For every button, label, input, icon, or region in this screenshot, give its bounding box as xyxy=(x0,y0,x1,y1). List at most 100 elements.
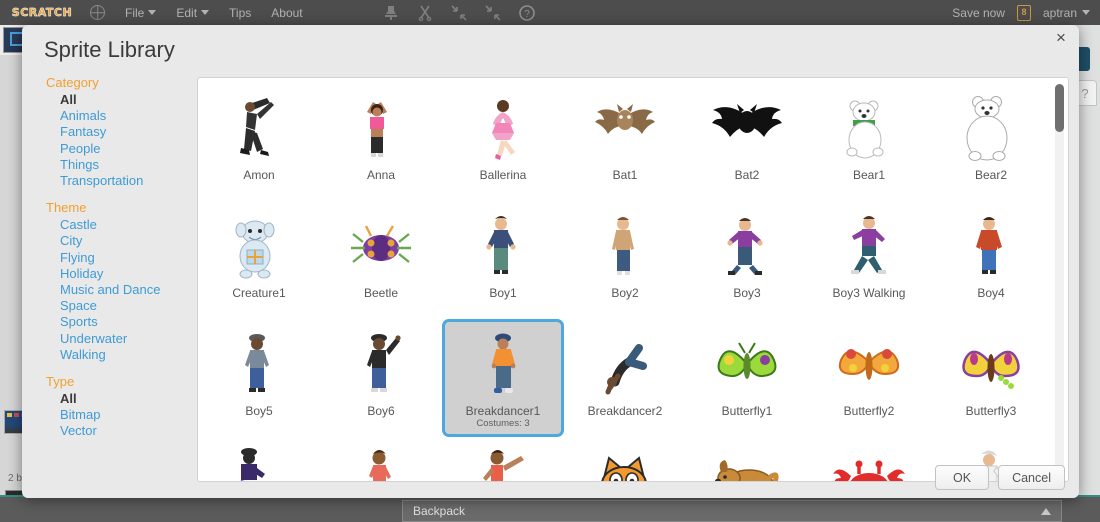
sprite-cell-boy6[interactable]: Boy6 xyxy=(320,319,442,437)
sprite-label: Amon xyxy=(243,168,275,182)
sprite-count-label: 2 b xyxy=(8,473,22,484)
sprite-cell-boy3[interactable]: Boy3 xyxy=(686,201,808,319)
scrollbar-thumb[interactable] xyxy=(1055,84,1064,132)
scratch-logo[interactable]: SCRATCH xyxy=(8,4,76,21)
sprite-thumbnail-image xyxy=(826,326,912,404)
sprite-cell-beetle[interactable]: Beetle xyxy=(320,201,442,319)
sidebar-item-all[interactable]: All xyxy=(46,92,176,108)
scissors-cut-icon[interactable] xyxy=(417,5,433,21)
sprite-thumbnail-image xyxy=(460,208,546,286)
sidebar-item-flying[interactable]: Flying xyxy=(46,250,176,266)
sprite-cell-creature1[interactable]: Creature1 xyxy=(198,201,320,319)
page-title: Sprite Library xyxy=(44,37,175,62)
sprite-grid: Amon Anna Ballerina Bat1 Bat2 Bear1 Bear2 Creat… xyxy=(198,83,1053,481)
sprite-cell[interactable] xyxy=(686,437,808,481)
backpack-bag-icon[interactable]: 8 xyxy=(1016,4,1031,21)
account-menu[interactable]: aptran xyxy=(1043,6,1090,20)
chevron-down-icon xyxy=(1082,10,1090,15)
sidebar-item-bitmap[interactable]: Bitmap xyxy=(46,407,176,423)
shrink-icon[interactable] xyxy=(485,4,501,21)
sprite-cell-boy2[interactable]: Boy2 xyxy=(564,201,686,319)
bottom-left-strip xyxy=(0,497,400,522)
save-now-button[interactable]: Save now xyxy=(952,6,1005,20)
sprite-label: Boy5 xyxy=(245,404,273,418)
sprite-cell-breakdancer1[interactable]: Breakdancer1 Costumes: 3 xyxy=(442,319,564,437)
sprite-label: Beetle xyxy=(363,286,399,300)
sprite-thumbnail-image xyxy=(216,444,302,481)
sprite-thumbnail-image xyxy=(582,208,668,286)
sprite-cell-boy5[interactable]: Boy5 xyxy=(198,319,320,437)
toolbar: ? xyxy=(383,4,535,21)
sprite-cell-ballerina[interactable]: Ballerina xyxy=(442,83,564,201)
menu-tips[interactable]: Tips xyxy=(229,6,251,20)
sprite-thumbnail-image xyxy=(338,90,424,168)
sprite-cell-bat2[interactable]: Bat2 xyxy=(686,83,808,201)
sprite-label: Butterfly3 xyxy=(965,404,1017,418)
sprite-label: Bear1 xyxy=(852,168,886,182)
sprite-cell-butterfly2[interactable]: Butterfly2 xyxy=(808,319,930,437)
sprite-thumbnail-image xyxy=(216,90,302,168)
sidebar-group-title: Category xyxy=(46,75,99,90)
sprite-thumbnail-image xyxy=(582,326,668,404)
sprite-cell-butterfly3[interactable]: Butterfly3 xyxy=(930,319,1052,437)
sprite-cell-boy4[interactable]: Boy4 xyxy=(930,201,1052,319)
sprite-thumbnail-image xyxy=(704,90,790,168)
sprite-cell[interactable] xyxy=(198,437,320,481)
menu-file[interactable]: File xyxy=(125,6,157,20)
sidebar-item-fantasy[interactable]: Fantasy xyxy=(46,124,176,140)
help-question-icon[interactable]: ? xyxy=(518,4,535,21)
sprite-cell-boy1[interactable]: Boy1 xyxy=(442,201,564,319)
sprite-label: Butterfly2 xyxy=(843,404,895,418)
sidebar-item-space[interactable]: Space xyxy=(46,298,176,314)
sidebar-item-animals[interactable]: Animals xyxy=(46,108,176,124)
sprite-thumbnail-image xyxy=(948,208,1034,286)
sprite-cell-anna[interactable]: Anna xyxy=(320,83,442,201)
sprite-cell[interactable] xyxy=(442,437,564,481)
sidebar-item-walking[interactable]: Walking xyxy=(46,347,176,363)
modal-footer: OK Cancel xyxy=(935,465,1065,490)
menubar-right: Save now 8 aptran xyxy=(952,4,1090,21)
globe-icon[interactable] xyxy=(90,5,105,20)
sprite-label: Breakdancer2 xyxy=(587,404,663,418)
sprite-thumbnail-image xyxy=(948,90,1034,168)
library-sidebar: Category All Animals Fantasy People Things Tra… xyxy=(46,75,176,454)
ok-button[interactable]: OK xyxy=(935,465,990,490)
sprite-cell-amon[interactable]: Amon xyxy=(198,83,320,201)
sprite-cell-boy3-walking[interactable]: Boy3 Walking xyxy=(808,201,930,319)
sidebar-item-castle[interactable]: Castle xyxy=(46,217,176,233)
sidebar-item-holiday[interactable]: Holiday xyxy=(46,266,176,282)
sprite-label: Boy6 xyxy=(367,404,395,418)
sidebar-item-city[interactable]: City xyxy=(46,233,176,249)
sprite-cell-breakdancer2[interactable]: Breakdancer2 xyxy=(564,319,686,437)
sidebar-item-things[interactable]: Things xyxy=(46,157,176,173)
backpack-drawer[interactable]: Backpack xyxy=(402,500,1062,522)
close-icon[interactable]: × xyxy=(1051,29,1071,49)
sidebar-item-people[interactable]: People xyxy=(46,141,176,157)
sprite-label: Creature1 xyxy=(232,286,286,300)
sprite-label: Butterfly1 xyxy=(721,404,773,418)
bottom-bar: Backpack xyxy=(0,495,1100,522)
sprite-label: Bear2 xyxy=(974,168,1008,182)
stamp-duplicate-icon[interactable] xyxy=(383,5,399,21)
sidebar-item-vector[interactable]: Vector xyxy=(46,423,176,439)
sprite-cell-butterfly1[interactable]: Butterfly1 xyxy=(686,319,808,437)
sprite-cell[interactable] xyxy=(320,437,442,481)
cancel-button[interactable]: Cancel xyxy=(998,465,1065,490)
sidebar-item-all[interactable]: All xyxy=(46,391,176,407)
sprite-cell-bat1[interactable]: Bat1 xyxy=(564,83,686,201)
sidebar-item-transportation[interactable]: Transportation xyxy=(46,173,176,189)
grow-icon[interactable] xyxy=(451,4,467,21)
sprite-cell[interactable] xyxy=(564,437,686,481)
sidebar-item-music-and-dance[interactable]: Music and Dance xyxy=(46,282,176,298)
menu-about[interactable]: About xyxy=(271,6,302,20)
sprite-thumbnail-image xyxy=(826,90,912,168)
sprite-thumbnail-image xyxy=(338,326,424,404)
sprite-cell-bear1[interactable]: Bear1 xyxy=(808,83,930,201)
sprite-thumbnail-image xyxy=(582,444,668,481)
sidebar-item-underwater[interactable]: Underwater xyxy=(46,331,176,347)
menu-edit[interactable]: Edit xyxy=(176,6,210,20)
sidebar-item-sports[interactable]: Sports xyxy=(46,314,176,330)
sprite-cell[interactable] xyxy=(808,437,930,481)
scrollbar[interactable] xyxy=(1055,84,1064,476)
sprite-cell-bear2[interactable]: Bear2 xyxy=(930,83,1052,201)
